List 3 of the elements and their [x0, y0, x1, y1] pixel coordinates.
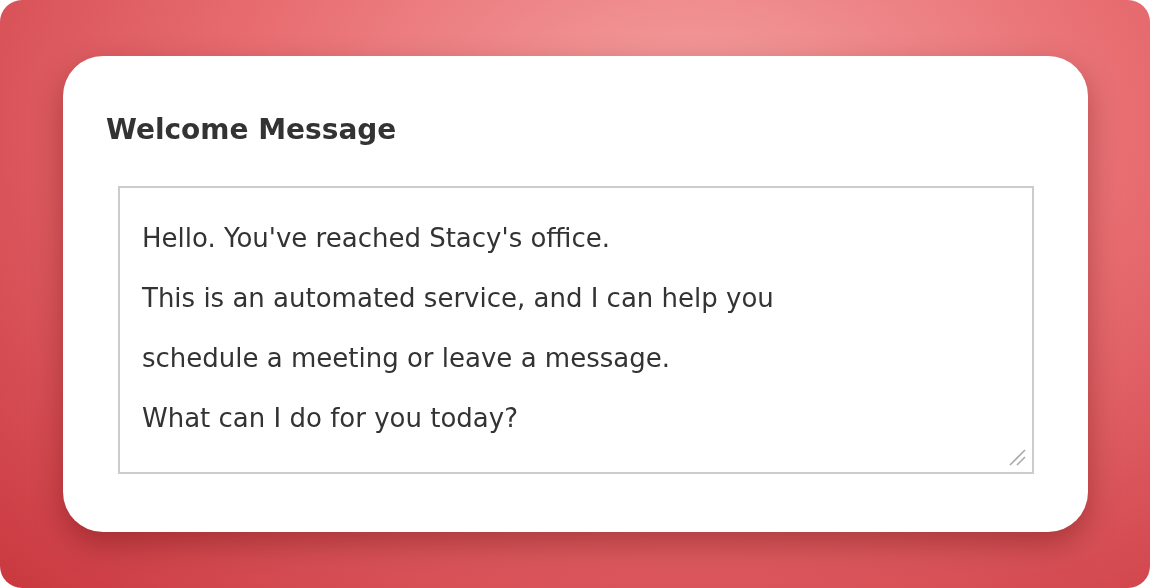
section-title: Welcome Message — [106, 112, 398, 148]
message-field[interactable]: Hello. You've reached Stacy's office. This is an automated service, and I can help you schedule a meeting or leave a message. What can I do for you today? — [118, 186, 1034, 474]
resize-grip-icon[interactable] — [1008, 448, 1026, 466]
